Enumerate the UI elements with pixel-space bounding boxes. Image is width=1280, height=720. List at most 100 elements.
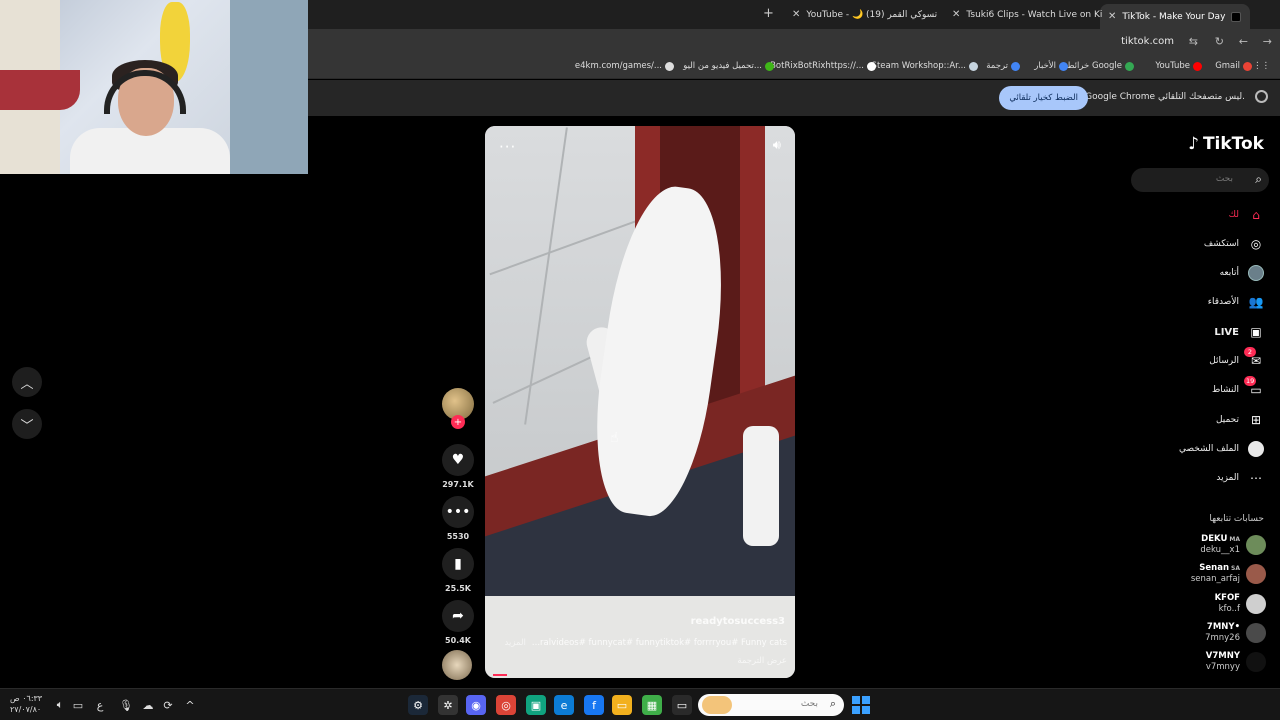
sidebar-item-profile[interactable]: الملف الشخصي <box>1179 438 1264 460</box>
sidebar-item-home[interactable]: لك ⌂ <box>1229 204 1264 226</box>
caption-more-link[interactable]: المزيد <box>505 638 526 648</box>
follow-plus-icon[interactable]: + <box>451 415 465 429</box>
cloud-icon[interactable]: ☁ <box>140 697 156 713</box>
show-translation-link[interactable]: عرض الترجمة <box>737 656 787 666</box>
bookmark-maps[interactable]: خرائط Google <box>1067 61 1134 71</box>
chrome-info-icon <box>1255 90 1268 103</box>
avatar <box>1246 652 1266 672</box>
discord-app-icon[interactable]: ◉ <box>466 695 486 715</box>
following-account[interactable]: Senan SA senan_arfaj <box>1191 561 1266 587</box>
windows-start-icon[interactable] <box>852 696 870 714</box>
following-account[interactable]: 7MNY• 7mny26 <box>1205 620 1266 646</box>
account-handle: kfo..f <box>1218 604 1240 614</box>
account-names: KFOF kfo..f <box>1215 593 1240 615</box>
save-count: 25.5K <box>445 584 471 593</box>
tab-youtube[interactable]: ✕ YouTube - 🌙 (19) تسوكي القمر <box>784 4 939 25</box>
save-button[interactable]: ▮ 25.5K <box>440 548 476 593</box>
sidebar-item-following-avatar[interactable]: أتابعه <box>1220 262 1264 284</box>
facebook-app-icon[interactable]: f <box>584 695 604 715</box>
tab-strip: ✕ TikTok - Make Your Day ✕ Tsuki6 Clips … <box>308 0 1280 29</box>
sidebar-item-label: الأصدقاء <box>1207 297 1239 307</box>
sidebar-item-more[interactable]: المزيد ⋯ <box>1216 467 1264 489</box>
volume-icon[interactable]: 🔊︎ <box>773 138 781 153</box>
search-icon: ⌕ <box>829 697 836 710</box>
following-account[interactable]: DEKU MA deku__x1 <box>1200 532 1266 558</box>
share-button[interactable]: ➦ 50.4K <box>440 600 476 645</box>
microphone-icon[interactable]: 🎙︎ <box>118 697 134 713</box>
music-disc-icon[interactable] <box>442 650 472 680</box>
sidebar-item-friends[interactable]: الأصدقاء 👥 <box>1208 291 1264 313</box>
search-placeholder: بحث <box>1215 174 1233 184</box>
new-tab-button[interactable]: + <box>763 6 774 21</box>
bookmark-e4km[interactable]: e4km.com/games/... <box>575 61 674 71</box>
network-icon[interactable]: ▭ <box>70 697 86 713</box>
account-display-name: Senan SA <box>1199 563 1240 573</box>
search-input[interactable]: بحث ⌕ <box>1131 168 1269 192</box>
chevron-down-icon: ﹀ <box>20 418 34 434</box>
language-indicator[interactable]: ع <box>92 697 108 713</box>
close-tab-icon[interactable]: ✕ <box>952 9 960 20</box>
next-video-button[interactable]: ﹀ <box>12 409 42 439</box>
account-handle: deku__x1 <box>1200 545 1240 555</box>
tray-chevron-icon[interactable]: ^ <box>182 697 198 713</box>
chrome-app-icon[interactable]: ◎ <box>496 695 516 715</box>
globe-icon <box>665 61 674 71</box>
taskbar-search-input[interactable]: بحث ⌕ <box>698 694 844 716</box>
settings-app-icon[interactable]: ✲ <box>438 695 458 715</box>
sidebar-item-upload[interactable]: تحميل ⊞ <box>1216 409 1264 431</box>
video-options-icon[interactable]: ··· <box>499 138 516 156</box>
download-icon <box>765 61 774 71</box>
like-button[interactable]: ♥ 297.1K <box>440 444 476 489</box>
app-window-icon[interactable]: ▭ <box>672 695 692 715</box>
back-icon[interactable]: → <box>1263 35 1272 48</box>
account-handle: 7mny26 <box>1205 633 1240 643</box>
video-progress-bar[interactable] <box>493 674 507 676</box>
account-display-name: KFOF <box>1214 593 1240 603</box>
previous-video-button[interactable]: ︿ <box>12 367 42 397</box>
video-username[interactable]: readytosuccess3 <box>691 616 785 627</box>
bookmark-gmail[interactable]: Gmail <box>1215 61 1252 71</box>
bookmark-youtube[interactable]: YouTube <box>1155 61 1202 71</box>
more-icon: ⋯ <box>1250 471 1262 485</box>
bookmark-translate[interactable]: ترجمة <box>986 61 1020 71</box>
site-settings-icon[interactable]: ⇆ <box>1189 35 1198 48</box>
close-tab-icon[interactable]: ✕ <box>1108 11 1116 22</box>
video-player[interactable]: ··· 🔊︎ readytosuccess3 المزيد ...ralvideo… <box>485 126 795 678</box>
steam-icon <box>969 61 978 71</box>
bookmark-steam[interactable]: Steam Workshop::Ar... <box>872 61 978 71</box>
sidebar-item-label: الملف الشخصي <box>1179 444 1239 454</box>
bookmark-downloader[interactable]: تحميل فيديو من اليو... <box>683 61 774 71</box>
reload-icon[interactable]: ↻ <box>1215 35 1224 48</box>
bookmark-botrix[interactable]: BotRixBotRixhttps://... <box>770 61 876 71</box>
sidebar-item-activity[interactable]: النشاط ▭ 19 <box>1212 376 1264 401</box>
forward-icon[interactable]: ← <box>1239 35 1248 48</box>
sidebar-item-messages[interactable]: الرسائل ✉ 2 <box>1209 347 1264 372</box>
tab-kick[interactable]: ✕ Tsuki6 Clips - Watch Live on Ki <box>944 4 1102 25</box>
following-account[interactable]: V7MNY v7mnyy <box>1206 649 1266 675</box>
close-tab-icon[interactable]: ✕ <box>792 9 800 20</box>
terminal-app-icon[interactable]: ▣ <box>526 695 546 715</box>
profile-icon <box>1248 441 1264 457</box>
edge-app-icon[interactable]: e <box>554 695 574 715</box>
sidebar-item-live[interactable]: LIVE ▣ <box>1214 321 1264 343</box>
following-account[interactable]: KFOF kfo..f <box>1215 591 1266 617</box>
compass-icon: ◎ <box>1250 237 1262 251</box>
bookmark-overflow-icon[interactable]: ⋮⋮ <box>1253 61 1270 71</box>
search-highlight-image <box>702 696 732 714</box>
sync-icon[interactable]: ⟳ <box>160 697 176 713</box>
windows-taskbar: ٠٦:٣٣ ص ٢٧/٠٧/٨٠ 🔈︎ ▭ ع 🎙︎ ☁ ⟳ ^ ⚙ ✲ ◉ ◎… <box>0 688 1280 720</box>
tiktok-logo[interactable]: ♪ TikTok <box>1188 134 1264 154</box>
search-icon[interactable]: ⌕ <box>1255 172 1262 187</box>
file-explorer-icon[interactable]: ▭ <box>612 695 632 715</box>
sidebar-item-label: LIVE <box>1214 326 1239 338</box>
comment-button[interactable]: ••• 5530 <box>440 496 476 541</box>
taskbar-clock[interactable]: ٠٦:٣٣ ص ٢٧/٠٧/٨٠ <box>10 693 42 715</box>
volume-icon[interactable]: 🔈︎ <box>52 697 68 713</box>
url-text[interactable]: tiktok.com <box>1121 36 1174 47</box>
sidebar-item-compass[interactable]: استكشف ◎ <box>1204 233 1264 255</box>
set-default-button[interactable]: الضبط كخيار تلقائي <box>999 86 1088 110</box>
tab-tiktok[interactable]: ✕ TikTok - Make Your Day <box>1100 4 1250 29</box>
minecraft-app-icon[interactable]: ▦ <box>642 695 662 715</box>
steam-app-icon[interactable]: ⚙ <box>408 695 428 715</box>
bookmark-news[interactable]: الأخبار <box>1034 61 1068 71</box>
